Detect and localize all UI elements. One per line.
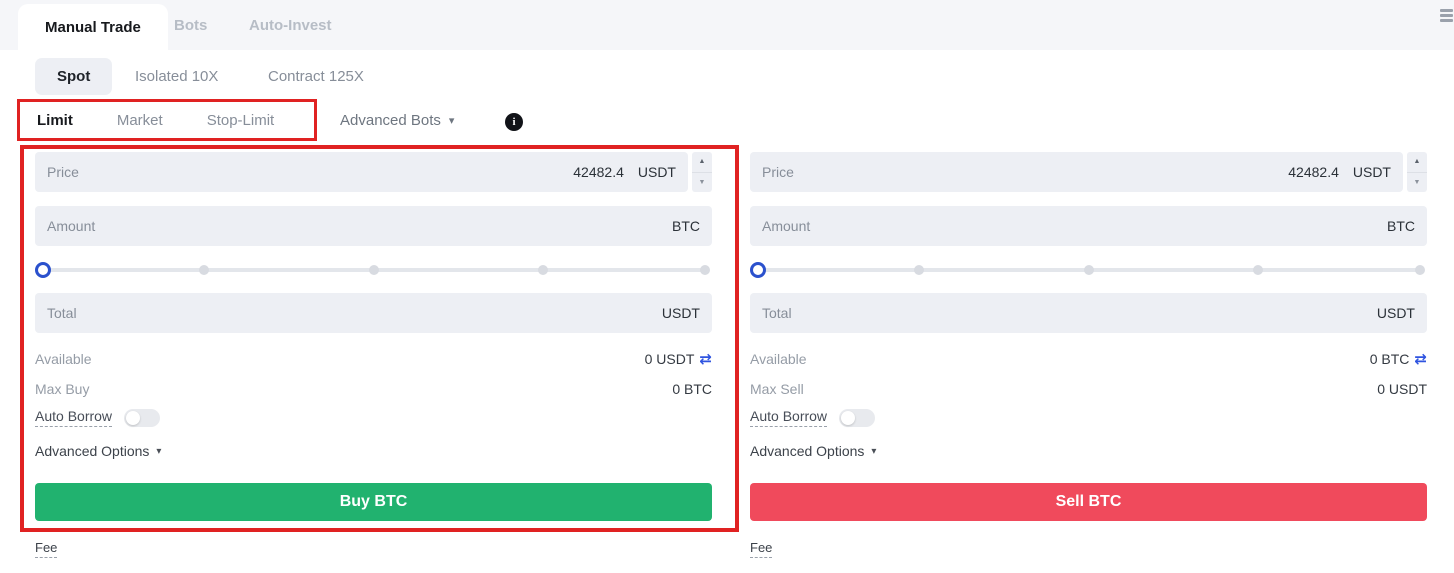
max-sell-value: 0 USDT (1377, 381, 1427, 397)
sell-price-stepper: ▲ ▼ (1407, 152, 1427, 192)
transfer-swap-icon[interactable]: ⇄ (1414, 352, 1427, 367)
slider-stop-100[interactable] (700, 265, 710, 275)
slider-stop-50[interactable] (1084, 265, 1094, 275)
slider-handle[interactable] (35, 262, 51, 278)
price-label: Price (762, 164, 794, 180)
amount-label: Amount (47, 218, 95, 234)
sell-price-field[interactable]: Price 42482.4 USDT (750, 152, 1403, 192)
buy-available-row: Available 0 USDT ⇄ (35, 351, 712, 367)
order-type-row: Limit Market Stop-Limit Advanced Bots ▾ (0, 99, 1454, 141)
price-value: 42482.4 (573, 164, 624, 180)
tab-market[interactable]: Market (117, 112, 163, 129)
slider-stop-25[interactable] (199, 265, 209, 275)
buy-btc-button[interactable]: Buy BTC (35, 483, 712, 521)
advanced-bots-dropdown[interactable]: Advanced Bots ▾ (340, 99, 454, 141)
buy-price-field[interactable]: Price 42482.4 USDT (35, 152, 688, 192)
total-unit: USDT (662, 305, 700, 321)
trading-page: Manual Trade Bots Auto-Invest Spot Isola… (0, 0, 1454, 573)
buy-price-stepper: ▲ ▼ (692, 152, 712, 192)
chevron-down-icon: ▾ (156, 446, 161, 457)
sell-advanced-options[interactable]: Advanced Options ▾ (750, 443, 876, 459)
advanced-bots-label: Advanced Bots (340, 112, 441, 129)
tab-contract-125x[interactable]: Contract 125X (268, 56, 364, 96)
sell-btc-button[interactable]: Sell BTC (750, 483, 1427, 521)
buy-amount-slider[interactable] (35, 260, 712, 280)
sell-amount-slider[interactable] (750, 260, 1427, 280)
slider-stop-75[interactable] (1253, 265, 1263, 275)
slider-stop-100[interactable] (1415, 265, 1425, 275)
price-decrement-button[interactable]: ▼ (1407, 173, 1427, 193)
auto-borrow-toggle[interactable] (124, 409, 160, 427)
advanced-options-label: Advanced Options (750, 443, 864, 459)
toggle-knob (126, 411, 140, 425)
sell-amount-field[interactable]: Amount BTC (750, 206, 1427, 246)
tab-bots[interactable]: Bots (174, 0, 207, 50)
slider-stop-50[interactable] (369, 265, 379, 275)
toggle-knob (841, 411, 855, 425)
total-label: Total (762, 305, 792, 321)
auto-borrow-label[interactable]: Auto Borrow (750, 408, 827, 427)
price-label: Price (47, 164, 79, 180)
menu-icon[interactable] (1440, 9, 1453, 25)
amount-label: Amount (762, 218, 810, 234)
order-type-tabs: Limit Market Stop-Limit (17, 99, 317, 141)
tab-spot[interactable]: Spot (35, 58, 112, 95)
slider-stop-75[interactable] (538, 265, 548, 275)
max-sell-label: Max Sell (750, 381, 804, 397)
tab-isolated-10x[interactable]: Isolated 10X (135, 56, 218, 96)
sell-total-field[interactable]: Total USDT (750, 293, 1427, 333)
buy-panel: Price 42482.4 USDT ▲ ▼ Amount BTC Total … (35, 152, 712, 562)
slider-handle[interactable] (750, 262, 766, 278)
fee-label[interactable]: Fee (35, 540, 57, 558)
buy-advanced-options[interactable]: Advanced Options ▾ (35, 443, 161, 459)
top-tabbar: Manual Trade Bots Auto-Invest (0, 0, 1454, 50)
slider-stop-25[interactable] (914, 265, 924, 275)
total-label: Total (47, 305, 77, 321)
sell-auto-borrow-row: Auto Borrow (750, 408, 875, 427)
chevron-down-icon: ▾ (449, 114, 455, 127)
amount-unit: BTC (1387, 218, 1415, 234)
max-buy-label: Max Buy (35, 381, 89, 397)
buy-amount-field[interactable]: Amount BTC (35, 206, 712, 246)
market-type-row: Spot Isolated 10X Contract 125X (0, 56, 1454, 96)
tab-auto-invest[interactable]: Auto-Invest (249, 0, 332, 50)
buy-max-row: Max Buy 0 BTC (35, 381, 712, 397)
sell-max-row: Max Sell 0 USDT (750, 381, 1427, 397)
available-label: Available (35, 351, 92, 367)
total-unit: USDT (1377, 305, 1415, 321)
available-value: 0 USDT (645, 351, 695, 367)
price-increment-button[interactable]: ▲ (692, 152, 712, 173)
max-buy-value: 0 BTC (672, 381, 712, 397)
auto-borrow-label[interactable]: Auto Borrow (35, 408, 112, 427)
tab-limit[interactable]: Limit (37, 112, 73, 129)
tab-manual-trade[interactable]: Manual Trade (18, 4, 168, 50)
auto-borrow-toggle[interactable] (839, 409, 875, 427)
fee-label[interactable]: Fee (750, 540, 772, 558)
available-label: Available (750, 351, 807, 367)
advanced-options-label: Advanced Options (35, 443, 149, 459)
amount-unit: BTC (672, 218, 700, 234)
info-icon[interactable]: i (505, 113, 523, 131)
buy-total-field[interactable]: Total USDT (35, 293, 712, 333)
price-value: 42482.4 (1288, 164, 1339, 180)
price-unit: USDT (1353, 164, 1391, 180)
available-value: 0 BTC (1370, 351, 1410, 367)
buy-auto-borrow-row: Auto Borrow (35, 408, 160, 427)
sell-panel: Price 42482.4 USDT ▲ ▼ Amount BTC Total … (750, 152, 1427, 562)
price-unit: USDT (638, 164, 676, 180)
transfer-swap-icon[interactable]: ⇄ (699, 352, 712, 367)
sell-available-row: Available 0 BTC ⇄ (750, 351, 1427, 367)
tab-stop-limit[interactable]: Stop-Limit (207, 112, 275, 129)
chevron-down-icon: ▾ (871, 446, 876, 457)
price-increment-button[interactable]: ▲ (1407, 152, 1427, 173)
price-decrement-button[interactable]: ▼ (692, 173, 712, 193)
